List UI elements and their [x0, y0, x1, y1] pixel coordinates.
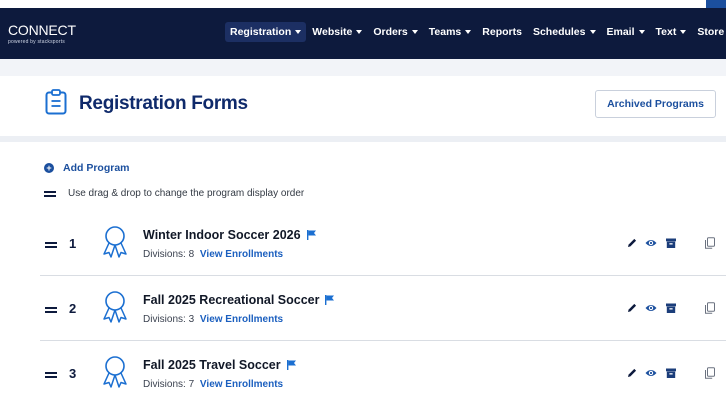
program-name[interactable]: Fall 2025 Recreational Soccer [143, 293, 335, 307]
program-order: 1 [69, 236, 77, 251]
divisions-label: Divisions: [143, 249, 186, 260]
logo-subtext: powered by stacksports [8, 39, 65, 45]
award-ribbon-icon [103, 356, 127, 388]
nav-item-schedules[interactable]: Schedules [528, 22, 601, 42]
program-name-text: Winter Indoor Soccer 2026 [143, 228, 301, 242]
program-name[interactable]: Fall 2025 Travel Soccer [143, 358, 296, 372]
divisions-count: 3 [188, 314, 195, 325]
drag-handle-icon[interactable] [45, 239, 57, 251]
navbar: CONNECT powered by stacksports Registrat… [0, 8, 726, 59]
nav-item-text[interactable]: Text [651, 22, 692, 42]
program-row[interactable]: 2 Fall 2025 Recreational Soccer Division… [0, 276, 726, 340]
chevron-down-icon [680, 30, 687, 34]
program-meta: Divisions: 7 View Enrollments [143, 379, 283, 390]
flag-icon [325, 295, 335, 305]
eye-icon[interactable] [645, 302, 657, 314]
top-strip [0, 0, 726, 8]
archive-icon[interactable] [665, 237, 677, 249]
top-strip-corner [706, 0, 726, 8]
add-program-label: Add Program [63, 162, 130, 174]
divisions-label: Divisions: [143, 314, 186, 325]
program-name[interactable]: Winter Indoor Soccer 2026 [143, 228, 316, 242]
flag-icon [286, 360, 296, 370]
header-top-band [0, 59, 726, 76]
nav-item-store[interactable]: Store [692, 22, 726, 42]
view-enrollments-link[interactable]: View Enrollments [200, 249, 283, 260]
drag-handle-icon[interactable] [45, 369, 57, 381]
copy-icon[interactable] [704, 367, 716, 379]
chevron-down-icon [638, 30, 645, 34]
archived-programs-button[interactable]: Archived Programs [595, 90, 716, 118]
view-enrollments-link[interactable]: View Enrollments [200, 314, 283, 325]
drag-hint-label: Use drag & drop to change the program di… [68, 188, 305, 199]
chevron-down-icon [589, 30, 596, 34]
nav-item-email[interactable]: Email [602, 22, 650, 42]
flag-icon [306, 230, 316, 240]
archive-icon[interactable] [665, 367, 677, 379]
program-name-text: Fall 2025 Recreational Soccer [143, 293, 320, 307]
nav-item-registration[interactable]: Registration [225, 22, 307, 42]
drag-handle-icon [44, 189, 56, 199]
drag-handle-icon[interactable] [45, 304, 57, 316]
nav-label: Text [655, 26, 677, 38]
nav-item-website[interactable]: Website [307, 22, 367, 42]
pencil-icon[interactable] [626, 237, 638, 249]
main-nav: Registration Website Orders Teams Report… [225, 22, 726, 42]
divisions-count: 7 [188, 379, 195, 390]
award-ribbon-icon [103, 291, 127, 323]
add-program-button[interactable]: + Add Program [44, 162, 130, 174]
copy-icon[interactable] [704, 237, 716, 249]
view-enrollments-link[interactable]: View Enrollments [200, 379, 283, 390]
chevron-down-icon [295, 30, 302, 34]
program-meta: Divisions: 3 View Enrollments [143, 314, 283, 325]
nav-label: Teams [428, 26, 462, 38]
pencil-icon[interactable] [626, 367, 638, 379]
page: CONNECT powered by stacksports Registrat… [0, 0, 726, 402]
program-order: 2 [69, 301, 77, 316]
program-row[interactable]: 3 Fall 2025 Travel Soccer Divisions: 7 V… [0, 341, 726, 402]
divisions-count: 8 [188, 249, 195, 260]
nav-label: Schedules [532, 26, 586, 38]
nav-label: Reports [482, 26, 522, 38]
copy-icon[interactable] [704, 302, 716, 314]
nav-label: Registration [230, 26, 292, 38]
drag-hint: Use drag & drop to change the program di… [44, 188, 304, 199]
logo-text: CONNECT [8, 22, 76, 38]
program-order: 3 [69, 366, 77, 381]
award-ribbon-icon [103, 226, 127, 258]
logo[interactable]: CONNECT powered by stacksports [8, 22, 76, 45]
plus-circle-icon: + [44, 163, 54, 173]
nav-label: Store [697, 26, 725, 38]
nav-item-teams[interactable]: Teams [424, 22, 477, 42]
clipboard-icon [45, 89, 67, 115]
archive-icon[interactable] [665, 302, 677, 314]
eye-icon[interactable] [645, 237, 657, 249]
nav-item-reports[interactable]: Reports [477, 22, 527, 42]
nav-item-orders[interactable]: Orders [368, 22, 422, 42]
header-bottom-band [0, 136, 726, 142]
page-title: Registration Forms [79, 93, 248, 114]
chevron-down-icon [465, 30, 472, 34]
chevron-down-icon [356, 30, 363, 34]
program-name-text: Fall 2025 Travel Soccer [143, 358, 281, 372]
nav-label: Email [606, 26, 635, 38]
divisions-label: Divisions: [143, 379, 186, 390]
program-meta: Divisions: 8 View Enrollments [143, 249, 283, 260]
program-row[interactable]: 1 Winter Indoor Soccer 2026 Divisions: 8… [0, 211, 726, 275]
nav-label: Website [312, 26, 353, 38]
chevron-down-icon [411, 30, 418, 34]
nav-label: Orders [373, 26, 408, 38]
pencil-icon[interactable] [626, 302, 638, 314]
eye-icon[interactable] [645, 367, 657, 379]
